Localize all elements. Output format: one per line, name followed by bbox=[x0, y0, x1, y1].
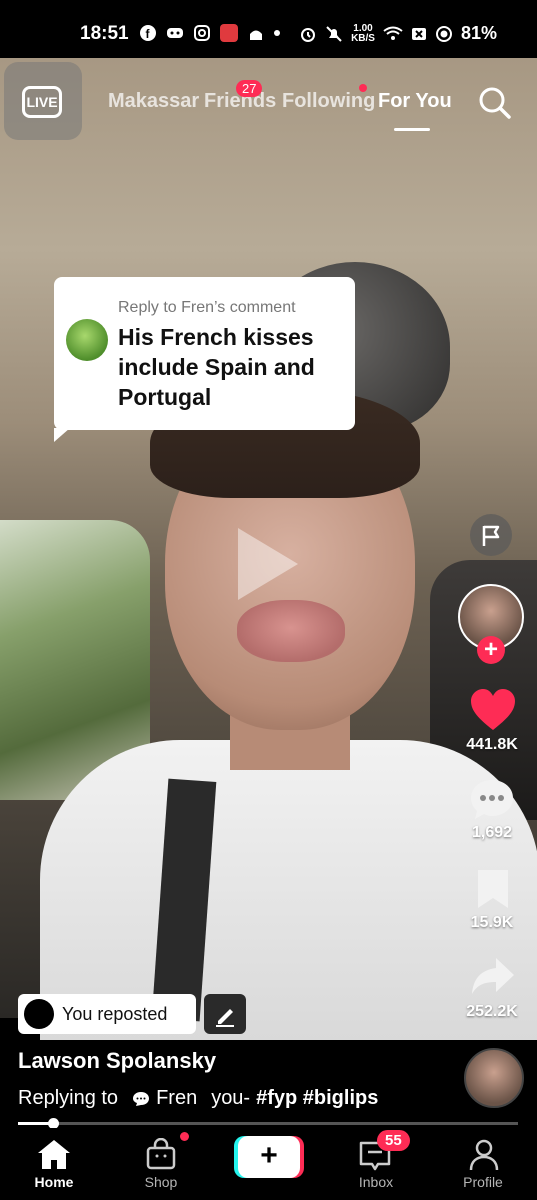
caption-prefix: Replying to bbox=[18, 1087, 119, 1109]
commenter-avatar bbox=[66, 319, 108, 361]
progress-track[interactable] bbox=[18, 1122, 518, 1125]
status-notification-icons: f bbox=[140, 24, 280, 42]
instagram-icon bbox=[194, 25, 210, 41]
tab-following[interactable]: Following bbox=[282, 90, 375, 113]
bookmark-icon[interactable] bbox=[476, 868, 510, 910]
friends-badge: 27 bbox=[236, 80, 263, 97]
heart-icon[interactable] bbox=[469, 688, 517, 732]
comment-icon[interactable] bbox=[469, 778, 515, 822]
tab-home[interactable]: Home bbox=[14, 1174, 94, 1190]
creator-username[interactable]: Lawson Spolansky bbox=[18, 1048, 216, 1074]
more-notifications-dot bbox=[274, 30, 280, 36]
shop-icon[interactable] bbox=[145, 1138, 177, 1170]
network-speed: 1.00 KB/S bbox=[351, 22, 375, 44]
save-count: 15.9K bbox=[470, 914, 514, 931]
repost-label: You reposted bbox=[62, 1004, 168, 1024]
follow-button[interactable]: + bbox=[477, 636, 505, 664]
share-icon[interactable] bbox=[470, 956, 516, 996]
tab-for-you[interactable]: For You bbox=[378, 90, 452, 113]
live-label: LIVE bbox=[26, 94, 58, 110]
edit-repost-button[interactable] bbox=[204, 994, 246, 1034]
tab-inbox[interactable]: Inbox bbox=[336, 1174, 416, 1190]
repost-avatar bbox=[24, 999, 54, 1029]
report-button[interactable] bbox=[470, 514, 512, 556]
live-icon: LIVE bbox=[22, 86, 62, 118]
share-count: 252.2K bbox=[466, 1003, 518, 1020]
tab-shop[interactable]: Shop bbox=[121, 1174, 201, 1190]
active-tab-indicator bbox=[394, 128, 430, 131]
play-icon[interactable] bbox=[238, 528, 298, 600]
search-icon[interactable] bbox=[478, 86, 512, 120]
reply-comment-text: His French kisses include Spain and Port… bbox=[118, 324, 315, 410]
status-system-icons: 1.00 KB/S 81% bbox=[299, 23, 497, 44]
reply-card-tail bbox=[54, 428, 70, 442]
mute-icon bbox=[326, 25, 342, 42]
comment-count: 1,692 bbox=[471, 824, 513, 841]
tab-profile[interactable]: Profile bbox=[443, 1174, 523, 1190]
alarm-icon bbox=[301, 27, 316, 42]
status-time: 18:51 bbox=[80, 23, 129, 44]
home-icon[interactable] bbox=[36, 1138, 72, 1170]
video-caption: Replying to Fren you- #fyp #biglips bbox=[18, 1087, 378, 1110]
like-count: 441.8K bbox=[466, 736, 518, 753]
comment-bubble-icon bbox=[133, 1091, 150, 1106]
shop-new-dot bbox=[180, 1132, 189, 1141]
battery-icon bbox=[435, 25, 452, 42]
mosque-icon bbox=[250, 30, 262, 40]
person-lips bbox=[237, 600, 345, 662]
discord-icon bbox=[167, 28, 183, 38]
wifi-icon bbox=[383, 26, 403, 40]
sound-avatar[interactable] bbox=[464, 1048, 524, 1108]
following-new-dot bbox=[359, 84, 367, 92]
profile-icon[interactable] bbox=[468, 1138, 500, 1172]
network-speed-value: 1.00 bbox=[353, 22, 373, 34]
battery-percent: 81% bbox=[460, 23, 497, 43]
create-button[interactable]: + bbox=[238, 1136, 300, 1178]
inbox-badge: 55 bbox=[377, 1130, 410, 1151]
music-app-icon bbox=[220, 24, 238, 42]
network-speed-unit: KB/S bbox=[351, 32, 375, 44]
reply-header: Reply to Fren’s comment bbox=[118, 299, 296, 316]
tab-makassar[interactable]: Makassar bbox=[108, 90, 199, 113]
flag-icon bbox=[482, 525, 500, 546]
caption-text: you- bbox=[211, 1087, 251, 1109]
caption-user[interactable]: Fren bbox=[156, 1087, 197, 1110]
sim-icon bbox=[411, 27, 426, 40]
pencil-icon bbox=[216, 1009, 234, 1027]
facebook-icon: f bbox=[140, 25, 156, 41]
caption-hashtags[interactable]: #fyp #biglips bbox=[256, 1087, 378, 1110]
